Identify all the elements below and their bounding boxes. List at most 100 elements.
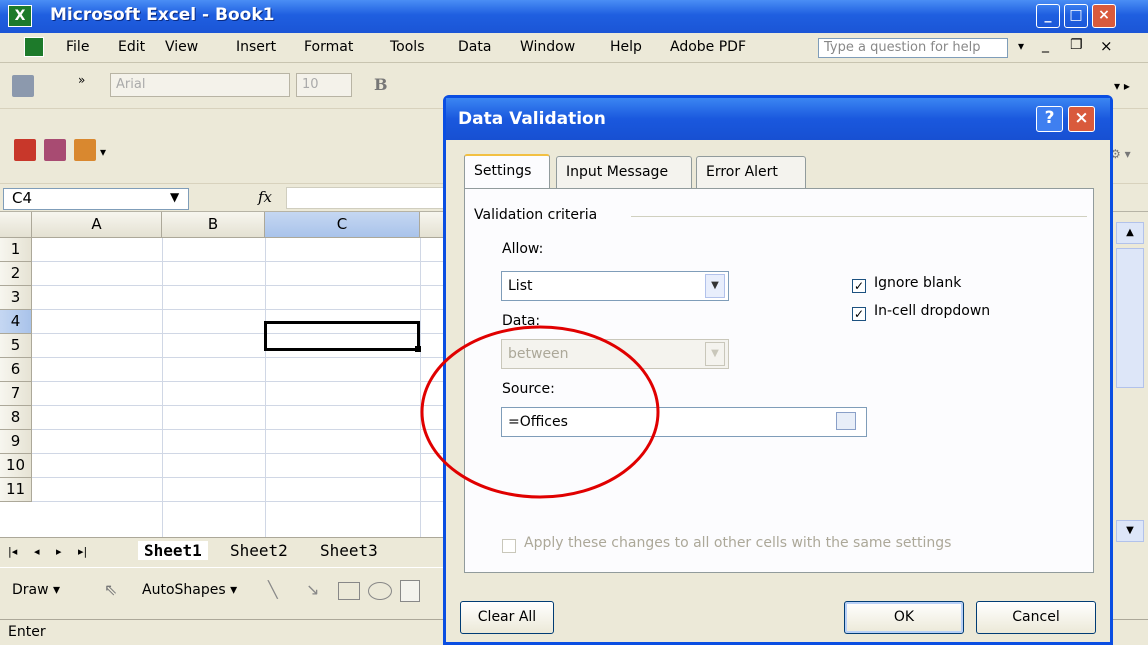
cancel-button[interactable]: Cancel (976, 601, 1096, 634)
chevron-down-icon[interactable]: ▼ (705, 274, 725, 298)
toolbar-more-icon[interactable]: ▾ ▸ (1114, 79, 1130, 93)
text-box-tool-icon[interactable] (400, 580, 420, 602)
scroll-down-icon[interactable]: ▼ (1116, 520, 1144, 542)
prev-sheet-icon[interactable]: ◂ (34, 545, 40, 558)
save-icon[interactable] (12, 75, 34, 97)
font-size-combo[interactable]: 10 (296, 73, 352, 97)
column-header-c[interactable]: C (265, 212, 420, 238)
help-dropdown-icon[interactable]: ▾ (1018, 39, 1024, 53)
row-header-6[interactable]: 6 (0, 358, 32, 382)
draw-label: Draw (12, 582, 49, 598)
tab-settings[interactable]: Settings (464, 154, 550, 189)
allow-value: List (508, 278, 533, 294)
minimize-button[interactable]: _ (1036, 4, 1060, 28)
next-sheet-icon[interactable]: ▸ (56, 545, 62, 558)
menu-help[interactable]: Help (610, 39, 642, 55)
menu-insert[interactable]: Insert (236, 39, 276, 55)
table-row[interactable] (32, 286, 445, 310)
autoshapes-menu-button[interactable]: AutoShapes ▾ (142, 582, 237, 598)
allow-select[interactable]: List ▼ (501, 271, 729, 301)
workbook-icon[interactable] (24, 37, 44, 57)
sheet-tab-3[interactable]: Sheet3 (320, 541, 378, 560)
tab-error-alert[interactable]: Error Alert (696, 156, 806, 188)
menu-adobe-pdf[interactable]: Adobe PDF (670, 39, 746, 55)
menu-data[interactable]: Data (458, 39, 491, 55)
doc-restore-button[interactable]: ❐ (1070, 37, 1083, 53)
menu-edit[interactable]: Edit (118, 39, 145, 55)
table-row[interactable] (32, 238, 445, 262)
row-header-7[interactable]: 7 (0, 382, 32, 406)
row-header-9[interactable]: 9 (0, 430, 32, 454)
active-cell-c4[interactable] (264, 321, 420, 351)
sheet-tab-1[interactable]: Sheet1 (138, 541, 208, 560)
select-all-corner[interactable] (0, 212, 32, 238)
menu-format[interactable]: Format (304, 39, 353, 55)
column-header-d[interactable] (420, 212, 445, 238)
validation-criteria-label: Validation criteria (474, 207, 598, 223)
highlight-ellipse-annotation (420, 325, 660, 499)
scroll-thumb[interactable] (1116, 248, 1144, 388)
pdf-review-icon[interactable] (74, 139, 96, 161)
help-icon[interactable]: ? (1036, 106, 1063, 132)
in-cell-dropdown-checkbox[interactable]: ✓ (852, 307, 866, 321)
pdf-more-icon[interactable]: ▾ (100, 145, 106, 159)
sheet-tab-2[interactable]: Sheet2 (230, 541, 288, 560)
help-search-input[interactable]: Type a question for help (818, 38, 1008, 58)
doc-minimize-button[interactable]: _ (1042, 37, 1049, 53)
menu-view[interactable]: View (165, 39, 198, 55)
last-sheet-icon[interactable]: ▸| (78, 545, 87, 558)
toolbar-options-right-icon[interactable]: ⚙ ▾ (1110, 147, 1131, 161)
row-header-11[interactable]: 11 (0, 478, 32, 502)
first-sheet-icon[interactable]: |◂ (8, 545, 17, 558)
name-box[interactable]: C4 (3, 188, 189, 210)
title-bar: X Microsoft Excel - Book1 _ □ × (0, 0, 1148, 33)
dialog-close-button[interactable]: × (1068, 106, 1095, 132)
close-button[interactable]: × (1092, 4, 1116, 28)
ignore-blank-checkbox[interactable]: ✓ (852, 279, 866, 293)
menu-file[interactable]: File (66, 39, 89, 55)
menu-tools[interactable]: Tools (390, 39, 425, 55)
row-header-2[interactable]: 2 (0, 262, 32, 286)
row-header-8[interactable]: 8 (0, 406, 32, 430)
maximize-button[interactable]: □ (1064, 4, 1088, 28)
table-row[interactable] (32, 430, 445, 454)
column-header-b[interactable]: B (162, 212, 265, 238)
pdf-email-icon[interactable] (44, 139, 66, 161)
column-header-a[interactable]: A (32, 212, 162, 238)
formula-input[interactable] (286, 187, 444, 209)
name-box-dropdown-icon[interactable]: ▼ (170, 190, 179, 204)
scroll-up-icon[interactable]: ▲ (1116, 222, 1144, 244)
table-row[interactable] (32, 358, 445, 382)
table-row[interactable] (32, 382, 445, 406)
table-row[interactable] (32, 406, 445, 430)
row-header-5[interactable]: 5 (0, 334, 32, 358)
chevron-down-icon[interactable]: ▼ (705, 342, 725, 366)
draw-menu-button[interactable]: Draw ▾ (12, 582, 60, 598)
rectangle-tool-icon[interactable] (338, 582, 360, 600)
dialog-title-bar[interactable]: Data Validation ? × (446, 98, 1110, 140)
menu-window[interactable]: Window (520, 39, 575, 55)
insert-function-icon[interactable]: fx (258, 188, 272, 206)
row-header-3[interactable]: 3 (0, 286, 32, 310)
line-tool-icon[interactable]: ╲ (268, 580, 278, 599)
select-objects-icon[interactable]: ⇖ (104, 580, 117, 599)
table-row[interactable] (32, 262, 445, 286)
doc-close-button[interactable]: × (1100, 37, 1113, 55)
row-header-4[interactable]: 4 (0, 310, 32, 334)
row-header-1[interactable]: 1 (0, 238, 32, 262)
vertical-scrollbar[interactable]: ▲ ▼ (1108, 212, 1148, 619)
row-header-10[interactable]: 10 (0, 454, 32, 478)
bold-button[interactable]: B (374, 75, 388, 94)
tab-input-message[interactable]: Input Message (556, 156, 692, 188)
clear-all-button[interactable]: Clear All (460, 601, 554, 634)
oval-tool-icon[interactable] (368, 582, 392, 600)
arrow-tool-icon[interactable]: ↘ (306, 580, 319, 599)
toolbar-options-icon[interactable]: » (78, 73, 85, 87)
font-name-combo[interactable]: Arial (110, 73, 290, 97)
ok-button[interactable]: OK (844, 601, 964, 634)
convert-to-pdf-icon[interactable] (14, 139, 36, 161)
collapse-dialog-icon[interactable] (836, 412, 856, 430)
table-row[interactable] (32, 454, 445, 478)
table-row[interactable] (32, 478, 445, 502)
apply-to-all-checkbox[interactable] (502, 539, 516, 553)
